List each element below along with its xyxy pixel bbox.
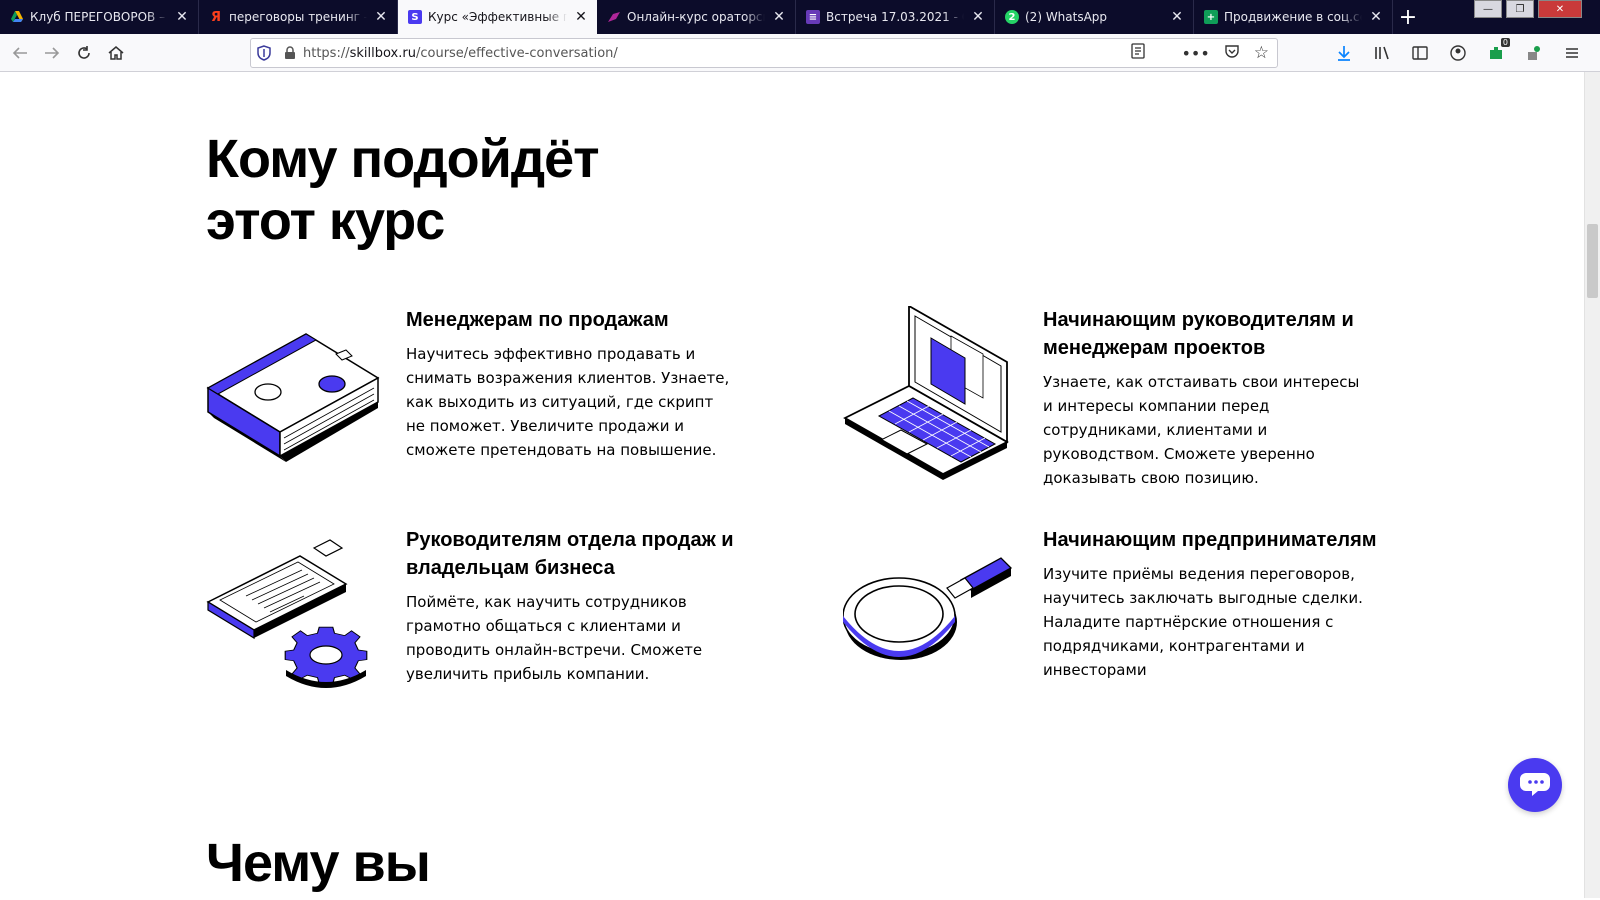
shield-icon[interactable]: [251, 45, 277, 61]
tab-5[interactable]: ≡ Встреча 17.03.2021 - Goog ✕: [796, 0, 995, 34]
close-tab-icon[interactable]: ✕: [373, 9, 389, 25]
forward-button[interactable]: [36, 37, 68, 69]
magnifier-icon: [842, 526, 1018, 706]
scrollbar-thumb[interactable]: [1587, 224, 1598, 298]
section-heading: Кому подойдёт этот курс: [206, 128, 600, 252]
close-tab-icon[interactable]: ✕: [970, 9, 986, 25]
lock-icon[interactable]: [277, 46, 303, 60]
close-tab-icon[interactable]: ✕: [771, 9, 787, 25]
page-content: Кому подойдёт этот курс Менеджерам по пр…: [0, 72, 1584, 898]
tab-title: Встреча 17.03.2021 - Goog: [826, 10, 964, 24]
tab-6[interactable]: 2 (2) WhatsApp ✕: [995, 0, 1194, 34]
card-title: Начинающим руководителям и менеджерам пр…: [1043, 309, 1354, 359]
yandex-icon: Я: [210, 9, 221, 25]
url-text: https://skillbox.ru/course/effective-con…: [303, 46, 1131, 61]
tab-4[interactable]: Онлайн-курс ораторского ✕: [597, 0, 796, 34]
extension-badge: 0: [1500, 38, 1510, 47]
download-arrow-icon: [1338, 46, 1350, 61]
home-button[interactable]: [100, 37, 132, 69]
chat-widget-button[interactable]: [1508, 758, 1562, 812]
tab-7[interactable]: + Продвижение в соц.сетях ✕: [1194, 0, 1393, 34]
pocket-icon[interactable]: [1224, 43, 1240, 63]
close-tab-icon[interactable]: ✕: [174, 9, 190, 25]
sidebar-button[interactable]: [1404, 37, 1436, 69]
tab-title: Онлайн-курс ораторского: [627, 10, 765, 24]
card-title: Руководителям отдела продаж и владельцам…: [406, 529, 734, 579]
tab-3-active[interactable]: S Курс «Эффективные пере ✕: [398, 0, 597, 34]
tab-title: (2) WhatsApp: [1025, 10, 1108, 24]
library-button[interactable]: [1366, 37, 1398, 69]
minimize-icon[interactable]: —: [1474, 0, 1502, 18]
clipboard-gear-icon: [206, 526, 381, 706]
close-tab-icon[interactable]: ✕: [1169, 9, 1185, 25]
reader-view-icon[interactable]: [1131, 43, 1146, 63]
card-title: Начинающим предпринимателям: [1043, 529, 1377, 551]
arrow-right-icon: [45, 46, 60, 59]
back-button[interactable]: [4, 37, 36, 69]
page-actions-icon[interactable]: •••: [1181, 44, 1209, 63]
card-description: Поймёте, как научить сотрудников грамотн…: [406, 593, 703, 683]
speech-icon: [607, 10, 621, 24]
card-title: Менеджерам по продажам: [406, 309, 669, 331]
library-icon: [1375, 46, 1389, 60]
chat-bubble-icon: [1520, 773, 1550, 796]
extension-button-2[interactable]: [1518, 37, 1550, 69]
tab-title: Продвижение в соц.сетях: [1224, 10, 1362, 24]
page-scrollbar[interactable]: [1584, 72, 1600, 898]
home-icon: [108, 45, 124, 60]
bookmark-star-icon[interactable]: ☆: [1254, 43, 1269, 63]
new-tab-button[interactable]: +: [1393, 0, 1423, 34]
close-tab-icon[interactable]: ✕: [1368, 9, 1384, 25]
next-section-heading: Чему вы: [206, 833, 431, 893]
heading-line-2: этот курс: [206, 191, 445, 251]
google-sheets-icon: +: [1204, 10, 1218, 24]
book-icon: [206, 306, 381, 486]
account-icon: [1450, 45, 1466, 61]
url-scheme: https://: [303, 45, 350, 61]
reload-icon: [78, 45, 90, 59]
tab-1[interactable]: Клуб ПЕРЕГОВОРОВ – Goo ✕: [0, 0, 199, 34]
google-forms-icon: ≡: [806, 10, 820, 24]
extension-button[interactable]: 0: [1480, 37, 1512, 69]
tab-title: Клуб ПЕРЕГОВОРОВ – Goo: [30, 10, 168, 24]
window-controls: — ❐ ✕: [1474, 0, 1582, 18]
google-drive-icon: [10, 10, 24, 24]
card-description: Изучите приёмы ведения переговоров, науч…: [1043, 565, 1363, 679]
laptop-icon: [843, 304, 1018, 486]
arrow-left-icon: [12, 46, 27, 59]
downloads-button[interactable]: [1328, 37, 1360, 69]
url-host: skillbox.ru: [349, 45, 416, 61]
skillbox-icon: S: [408, 10, 422, 24]
account-button[interactable]: [1442, 37, 1474, 69]
window-close-icon[interactable]: ✕: [1538, 0, 1582, 18]
url-path: /course/effective-conversation/: [415, 45, 618, 61]
tab-strip: Клуб ПЕРЕГОВОРОВ – Goo ✕ Я переговоры тр…: [0, 0, 1600, 34]
hamburger-menu-icon: [1566, 48, 1578, 58]
reload-button[interactable]: [68, 37, 100, 69]
menu-button[interactable]: [1556, 37, 1588, 69]
puzzle-icon: [1528, 46, 1540, 60]
navigation-toolbar: https://skillbox.ru/course/effective-con…: [0, 34, 1600, 72]
heading-line-1: Кому подойдёт: [206, 129, 600, 189]
whatsapp-icon: 2: [1005, 10, 1019, 24]
close-tab-icon[interactable]: ✕: [573, 9, 589, 25]
card-description: Узнаете, как отстаивать свои интересы и …: [1043, 373, 1360, 487]
sidebar-icon: [1412, 46, 1428, 60]
address-bar[interactable]: https://skillbox.ru/course/effective-con…: [250, 38, 1278, 68]
card-description: Научитесь эффективно продавать и снимать…: [406, 345, 730, 459]
tab-title: Курс «Эффективные пере: [428, 10, 567, 24]
restore-icon[interactable]: ❐: [1506, 0, 1534, 18]
tab-title: переговоры тренинг — Ян: [229, 10, 367, 24]
tab-2[interactable]: Я переговоры тренинг — Ян ✕: [199, 0, 398, 34]
